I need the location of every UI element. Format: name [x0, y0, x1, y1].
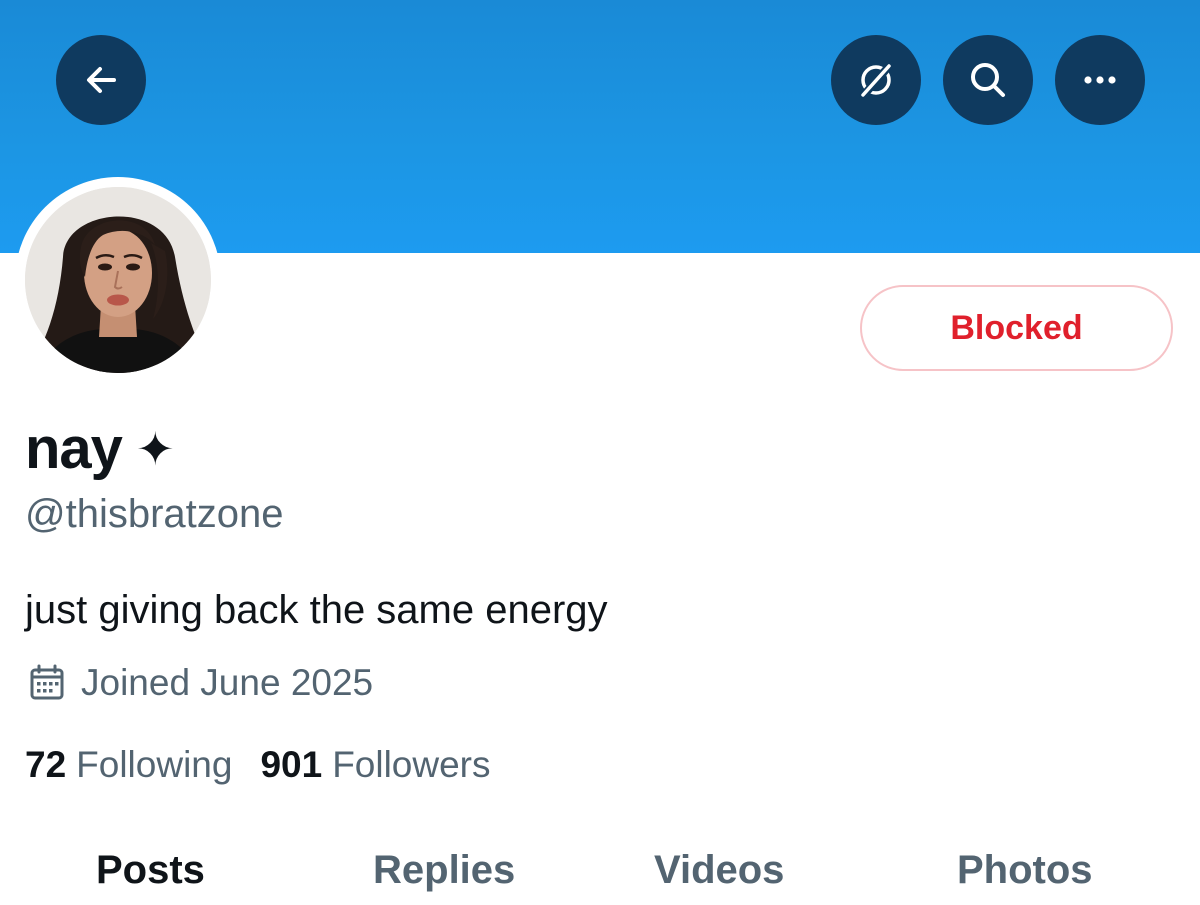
followers-label: Followers [332, 744, 491, 785]
tab-posts[interactable]: Posts [96, 848, 205, 893]
more-icon [1084, 76, 1116, 84]
following-link[interactable]: 72 Following [25, 744, 232, 786]
arrow-left-icon [87, 67, 116, 93]
followers-count: 901 [260, 744, 323, 785]
joined-date: Joined June 2025 [27, 662, 373, 704]
joined-date-text: Joined June 2025 [81, 662, 374, 703]
profile-name-row: nay ✦ [25, 415, 175, 482]
grok-icon [859, 61, 894, 100]
blocked-button-label: Blocked [950, 308, 1083, 347]
display-name: nay [25, 416, 123, 481]
tab-photos[interactable]: Photos [957, 848, 1093, 893]
search-icon [971, 63, 1005, 97]
avatar-frame [15, 177, 221, 383]
profile-handle: @thisbratzone [25, 492, 284, 536]
back-button[interactable] [56, 35, 146, 125]
calendar-icon [30, 664, 64, 700]
tab-videos[interactable]: Videos [654, 848, 784, 893]
more-options-button[interactable] [1055, 35, 1145, 125]
following-label: Following [76, 744, 233, 785]
tab-replies[interactable]: Replies [373, 848, 515, 893]
grok-button[interactable] [831, 35, 921, 125]
sparkle-emoji: ✦ [135, 422, 175, 475]
blocked-button[interactable]: Blocked [860, 285, 1173, 371]
search-button[interactable] [943, 35, 1033, 125]
avatar-photo [25, 187, 211, 373]
follow-stats: 72 Following 901 Followers [25, 744, 491, 786]
following-count: 72 [25, 744, 67, 785]
avatar[interactable] [25, 187, 211, 373]
followers-link[interactable]: 901 Followers [260, 744, 490, 786]
profile-bio: just giving back the same energy [25, 588, 608, 632]
